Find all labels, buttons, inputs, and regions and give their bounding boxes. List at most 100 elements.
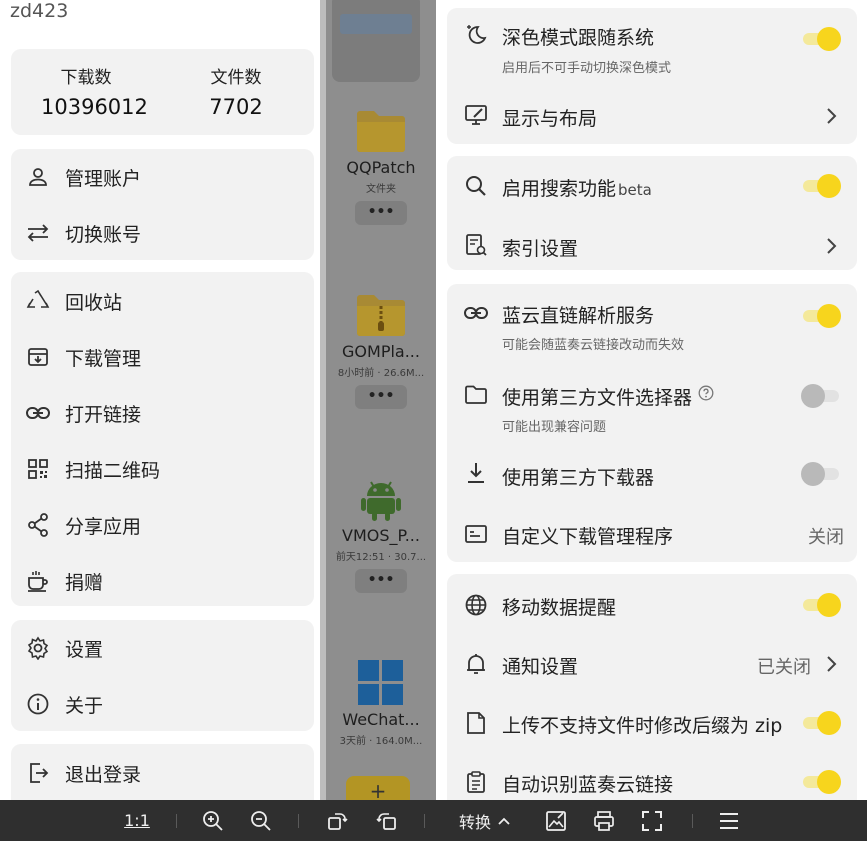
actual-size-button[interactable]: 1:1 xyxy=(118,800,156,841)
zoom-out-button[interactable] xyxy=(246,800,276,841)
downloads-value: 10396012 xyxy=(41,95,148,119)
help-icon[interactable] xyxy=(698,385,714,401)
file-name: GOMPla... xyxy=(342,342,420,361)
setting-auto-detect[interactable]: 自动识别蓝奏云链接 xyxy=(447,757,857,800)
file-list-background: QQPatch 文件夹 ••• GOMPla... 8小时前 · 26.6M..… xyxy=(320,0,436,800)
files-stat: 文件数 7702 xyxy=(191,63,281,119)
setting-display-layout[interactable]: 显示与布局 xyxy=(447,90,857,140)
settings-group-appearance: 深色模式跟随系统 启用后不可手动切换深色模式 显示与布局 xyxy=(447,8,857,144)
search-toggle[interactable] xyxy=(801,174,841,198)
setting-title: 上传不支持文件时修改后缀为 zip xyxy=(502,715,783,737)
direct-link-toggle[interactable] xyxy=(801,304,841,328)
setting-search[interactable]: 启用搜索功能 beta xyxy=(447,161,857,211)
setting-title: 自定义下载管理程序 xyxy=(502,526,674,548)
toolbar-separator xyxy=(692,814,693,828)
download-icon xyxy=(463,460,489,486)
link-icon xyxy=(463,300,489,326)
viewer-toolbar: 1:1 转换 xyxy=(0,800,867,841)
file-item[interactable]: GOMPla... 8小时前 · 26.6M... ••• xyxy=(326,292,436,409)
mobile-data-toggle[interactable] xyxy=(801,593,841,617)
setting-mobile-data[interactable]: 移动数据提醒 xyxy=(447,580,857,630)
fullscreen-button[interactable] xyxy=(636,800,668,841)
setting-title: 蓝云直链解析服务 xyxy=(502,305,655,327)
file-icon xyxy=(463,710,489,736)
rotate-right-icon xyxy=(328,812,348,830)
setting-direct-link[interactable]: 蓝云直链解析服务 可能会随蓝奏云链接改动而失效 xyxy=(447,290,857,360)
zip-folder-icon xyxy=(357,295,405,336)
menu-item-label: 下载管理 xyxy=(65,347,142,370)
menu-item-label: 设置 xyxy=(65,638,104,661)
auto-detect-toggle[interactable] xyxy=(801,770,841,794)
menu-item-switch-account[interactable]: 切换账号 xyxy=(11,211,314,255)
menu-item-recycle-bin[interactable]: 回收站 xyxy=(11,279,314,323)
more-button[interactable]: ••• xyxy=(355,201,407,225)
menu-item-download-manager[interactable]: 下载管理 xyxy=(11,335,314,379)
setting-custom-download-manager[interactable]: 自定义下载管理程序 关闭 xyxy=(447,509,857,559)
file-item[interactable]: WeChat... 3天前 · 164.0M... xyxy=(326,660,436,747)
menu-item-label: 捐赠 xyxy=(65,571,104,594)
gear-icon xyxy=(25,635,51,661)
toolbar-separator xyxy=(298,814,299,828)
recycle-icon xyxy=(25,288,51,314)
setting-title: 使用第三方文件选择器 xyxy=(502,387,693,409)
menu-item-scan-qr[interactable]: 扫描二维码 xyxy=(11,447,314,491)
menu-item-share-app[interactable]: 分享应用 xyxy=(11,503,314,547)
setting-third-party-downloader[interactable]: 使用第三方下载器 xyxy=(447,450,857,500)
file-item[interactable]: QQPatch 文件夹 ••• xyxy=(326,108,436,225)
setting-title: 显示与布局 xyxy=(502,108,598,130)
beta-badge: beta xyxy=(618,181,652,199)
fullscreen-icon xyxy=(642,810,662,831)
navigation-drawer: zd423 下载数 10396012 文件数 7702 管理账户 切换账号 回收… xyxy=(0,0,320,800)
globe-icon xyxy=(463,592,489,618)
third-party-picker-toggle[interactable] xyxy=(801,384,841,408)
rotate-right-button[interactable] xyxy=(322,800,352,841)
monitor-icon xyxy=(463,102,489,128)
floating-action-button[interactable]: + xyxy=(346,776,410,800)
clipboard-icon xyxy=(463,769,489,795)
zoom-in-button[interactable] xyxy=(198,800,228,841)
setting-notifications[interactable]: 通知设置 已关闭 xyxy=(447,639,857,689)
menu-item-about[interactable]: 关于 xyxy=(11,682,314,726)
menu-button[interactable] xyxy=(714,800,744,841)
setting-title: 使用第三方下载器 xyxy=(502,467,655,489)
third-party-downloader-toggle[interactable] xyxy=(801,462,841,486)
setting-third-party-picker[interactable]: 使用第三方文件选择器 可能出现兼容问题 xyxy=(447,372,857,442)
setting-title: 深色模式跟随系统 xyxy=(502,27,655,49)
menu-item-donate[interactable]: 捐赠 xyxy=(11,559,314,603)
edit-image-button[interactable] xyxy=(540,800,572,841)
setting-subtitle: 可能出现兼容问题 xyxy=(502,420,607,435)
zoom-in-icon xyxy=(203,810,223,831)
menu-item-label: 回收站 xyxy=(65,291,123,314)
menu-item-manage-account[interactable]: 管理账户 xyxy=(11,155,314,199)
dark-mode-toggle[interactable] xyxy=(801,27,841,51)
rotate-left-icon xyxy=(376,812,396,830)
rotate-left-button[interactable] xyxy=(372,800,402,841)
qr-code-icon xyxy=(25,456,51,482)
chevron-right-icon xyxy=(827,238,837,254)
setting-index[interactable]: 索引设置 xyxy=(447,220,857,270)
setting-title: 通知设置 xyxy=(502,656,579,678)
search-icon xyxy=(463,173,489,199)
downloads-label: 下载数 xyxy=(60,68,112,88)
more-button[interactable]: ••• xyxy=(355,569,407,593)
menu-item-settings[interactable]: 设置 xyxy=(11,626,314,670)
menu-item-label: 退出登录 xyxy=(65,763,142,786)
swap-icon xyxy=(25,220,51,246)
print-button[interactable] xyxy=(588,800,620,841)
setting-title: 启用搜索功能 beta xyxy=(502,178,652,200)
zip-suffix-toggle[interactable] xyxy=(801,711,841,735)
setting-zip-suffix[interactable]: 上传不支持文件时修改后缀为 zip xyxy=(447,698,857,748)
files-label: 文件数 xyxy=(210,68,262,88)
hamburger-menu-icon xyxy=(720,812,738,829)
convert-button[interactable]: 转换 xyxy=(452,800,518,841)
file-item[interactable]: VMOS_P... 前天12:51 · 30.7... ••• xyxy=(326,476,436,593)
more-button[interactable]: ••• xyxy=(355,385,407,409)
setting-dark-mode[interactable]: 深色模式跟随系统 启用后不可手动切换深色模式 xyxy=(447,8,857,82)
settings-group-search: 启用搜索功能 beta 索引设置 xyxy=(447,156,857,270)
menu-item-open-link[interactable]: 打开链接 xyxy=(11,391,314,435)
setting-title: 自动识别蓝奏云链接 xyxy=(502,774,674,796)
menu-item-label: 分享应用 xyxy=(65,515,142,538)
file-meta: 3天前 · 164.0M... xyxy=(339,736,423,747)
menu-item-logout[interactable]: 退出登录 xyxy=(11,751,314,795)
file-name: WeChat... xyxy=(342,710,420,729)
